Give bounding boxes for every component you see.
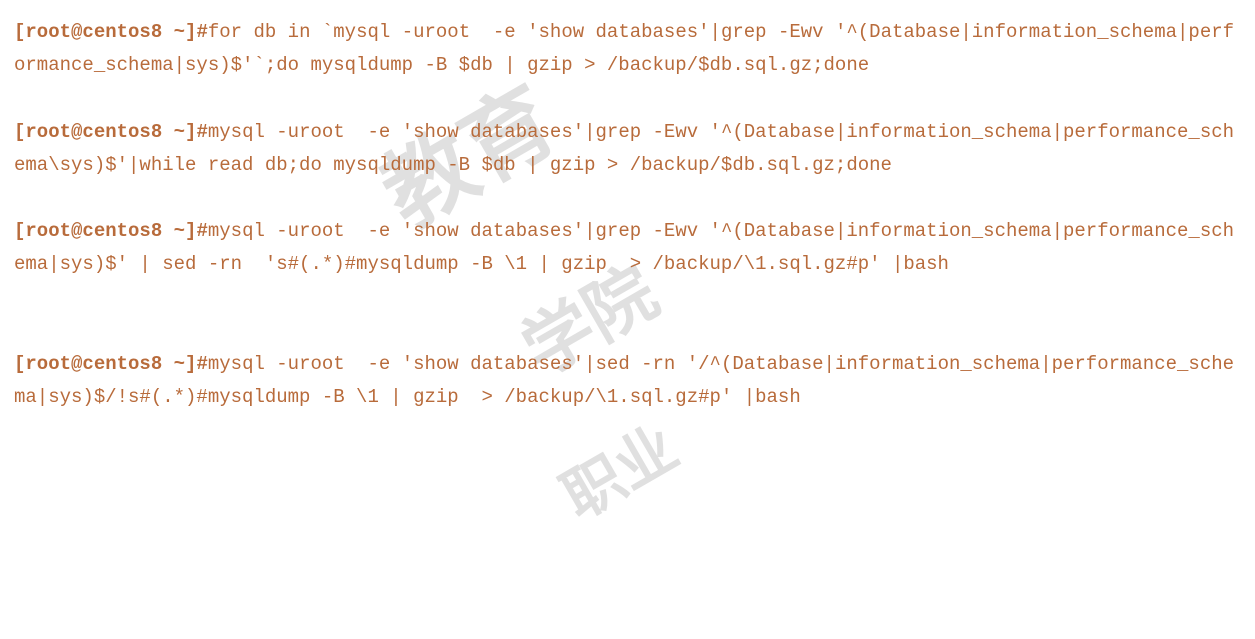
prompt-open-bracket: [ [14,353,25,375]
prompt-user-host: root@centos8 ~ [25,353,185,375]
command-block: [root@centos8 ~]#mysql -uroot -e 'show d… [14,348,1241,415]
prompt-user-host: root@centos8 ~ [25,21,185,43]
prompt-user-host: root@centos8 ~ [25,220,185,242]
prompt-open-bracket: [ [14,21,25,43]
prompt-user-host: root@centos8 ~ [25,121,185,143]
prompt-close-bracket: ]# [185,220,208,242]
watermark-text: 职业 [542,397,698,548]
prompt-close-bracket: ]# [185,21,208,43]
terminal-output: [root@centos8 ~]#for db in `mysql -uroot… [14,16,1241,414]
prompt-close-bracket: ]# [185,353,208,375]
command-block: [root@centos8 ~]#mysql -uroot -e 'show d… [14,215,1241,282]
prompt-close-bracket: ]# [185,121,208,143]
command-block: [root@centos8 ~]#for db in `mysql -uroot… [14,16,1241,83]
command-block: [root@centos8 ~]#mysql -uroot -e 'show d… [14,116,1241,183]
prompt-open-bracket: [ [14,121,25,143]
prompt-open-bracket: [ [14,220,25,242]
